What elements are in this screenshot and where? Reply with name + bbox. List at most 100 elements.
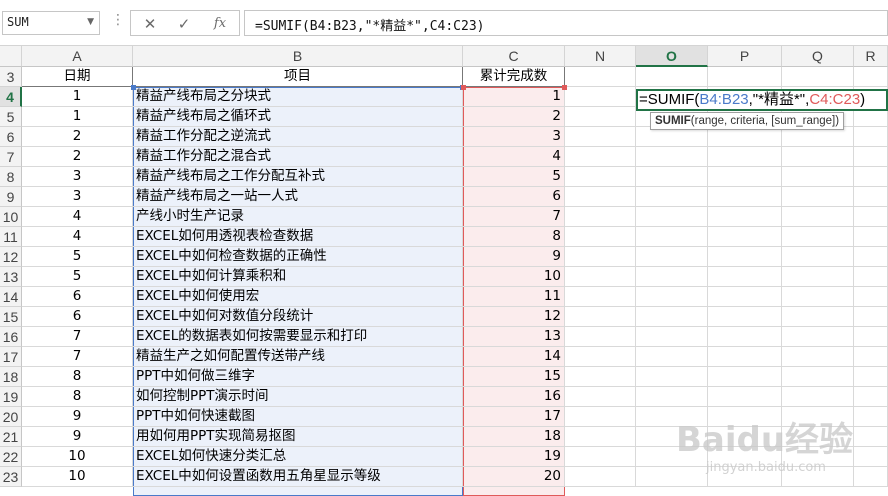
column-header-q[interactable]: Q bbox=[782, 46, 854, 67]
date-cell[interactable]: 7 bbox=[22, 347, 133, 367]
empty-cell[interactable] bbox=[565, 367, 636, 387]
empty-cell[interactable] bbox=[854, 247, 888, 267]
empty-cell[interactable] bbox=[636, 327, 708, 347]
empty-cell[interactable] bbox=[636, 147, 708, 167]
empty-cell[interactable] bbox=[708, 127, 782, 147]
empty-cell[interactable] bbox=[854, 347, 888, 367]
empty-cell[interactable] bbox=[854, 227, 888, 247]
empty-cell[interactable] bbox=[636, 187, 708, 207]
empty-cell[interactable] bbox=[782, 387, 854, 407]
tooltip-function-name[interactable]: SUMIF bbox=[655, 115, 691, 127]
count-cell[interactable]: 11 bbox=[463, 287, 565, 307]
count-cell[interactable]: 20 bbox=[463, 467, 565, 487]
row-header[interactable]: 14 bbox=[0, 287, 22, 307]
empty-cell[interactable] bbox=[565, 427, 636, 447]
cancel-icon[interactable]: ✕ bbox=[137, 14, 163, 34]
empty-cell[interactable] bbox=[565, 227, 636, 247]
date-cell[interactable]: 9 bbox=[22, 427, 133, 447]
row-header[interactable]: 6 bbox=[0, 127, 22, 147]
row-header[interactable]: 21 bbox=[0, 427, 22, 447]
empty-cell[interactable] bbox=[782, 327, 854, 347]
range-handle[interactable] bbox=[131, 85, 136, 90]
row-header[interactable]: 16 bbox=[0, 327, 22, 347]
row-header[interactable]: 7 bbox=[0, 147, 22, 167]
count-cell[interactable]: 1 bbox=[463, 87, 565, 107]
insert-function-icon[interactable]: fx bbox=[207, 14, 233, 34]
column-header-o[interactable]: O bbox=[636, 46, 708, 67]
date-cell[interactable]: 10 bbox=[22, 447, 133, 467]
row-header-3[interactable]: 3 bbox=[0, 67, 22, 87]
date-cell[interactable]: 6 bbox=[22, 287, 133, 307]
count-cell[interactable]: 15 bbox=[463, 367, 565, 387]
project-cell[interactable]: 精益产线布局之循环式 bbox=[133, 107, 463, 127]
date-cell[interactable]: 5 bbox=[22, 247, 133, 267]
empty-cell[interactable] bbox=[854, 367, 888, 387]
header-cell-count[interactable]: 累计完成数 bbox=[463, 67, 565, 87]
count-cell[interactable]: 16 bbox=[463, 387, 565, 407]
count-cell[interactable]: 4 bbox=[463, 147, 565, 167]
empty-cell[interactable] bbox=[854, 147, 888, 167]
count-cell[interactable]: 19 bbox=[463, 447, 565, 467]
row-header[interactable]: 10 bbox=[0, 207, 22, 227]
row-header[interactable]: 15 bbox=[0, 307, 22, 327]
empty-cell[interactable] bbox=[854, 307, 888, 327]
count-cell[interactable]: 14 bbox=[463, 347, 565, 367]
empty-cell[interactable] bbox=[565, 127, 636, 147]
empty-cell[interactable] bbox=[565, 347, 636, 367]
empty-cell[interactable] bbox=[708, 267, 782, 287]
empty-cell[interactable] bbox=[708, 187, 782, 207]
empty-cell[interactable] bbox=[782, 227, 854, 247]
empty-cell[interactable] bbox=[782, 187, 854, 207]
empty-cell[interactable] bbox=[636, 207, 708, 227]
date-cell[interactable]: 6 bbox=[22, 307, 133, 327]
empty-cell[interactable] bbox=[708, 347, 782, 367]
range-handle[interactable] bbox=[562, 85, 567, 90]
empty-cell[interactable] bbox=[782, 347, 854, 367]
empty-cell[interactable] bbox=[565, 187, 636, 207]
date-cell[interactable]: 4 bbox=[22, 207, 133, 227]
function-tooltip[interactable]: SUMIF(range, criteria, [sum_range]) bbox=[650, 112, 845, 130]
empty-cell[interactable] bbox=[565, 87, 636, 107]
project-cell[interactable]: EXCEL的数据表如何按需要显示和打印 bbox=[133, 327, 463, 347]
project-cell[interactable]: 产线小时生产记录 bbox=[133, 207, 463, 227]
column-header-a[interactable]: A bbox=[22, 46, 133, 67]
row-header[interactable]: 13 bbox=[0, 267, 22, 287]
row-header[interactable]: 5 bbox=[0, 107, 22, 127]
empty-cell[interactable] bbox=[782, 67, 854, 87]
date-cell[interactable]: 10 bbox=[22, 467, 133, 487]
column-header-n[interactable]: N bbox=[565, 46, 636, 67]
count-cell[interactable]: 3 bbox=[463, 127, 565, 147]
project-cell[interactable]: 精益工作分配之混合式 bbox=[133, 147, 463, 167]
empty-cell[interactable] bbox=[782, 287, 854, 307]
count-cell[interactable]: 6 bbox=[463, 187, 565, 207]
row-header[interactable]: 20 bbox=[0, 407, 22, 427]
date-cell[interactable]: 1 bbox=[22, 87, 133, 107]
empty-cell[interactable] bbox=[854, 207, 888, 227]
empty-cell[interactable] bbox=[782, 247, 854, 267]
project-cell[interactable]: 如何控制PPT演示时间 bbox=[133, 387, 463, 407]
empty-cell[interactable] bbox=[565, 307, 636, 327]
empty-cell[interactable] bbox=[782, 127, 854, 147]
project-cell[interactable]: EXCEL如何用透视表检查数据 bbox=[133, 227, 463, 247]
empty-cell[interactable] bbox=[782, 307, 854, 327]
project-cell[interactable]: EXCEL如何快速分类汇总 bbox=[133, 447, 463, 467]
row-header[interactable]: 23 bbox=[0, 467, 22, 487]
column-header-p[interactable]: P bbox=[708, 46, 782, 67]
date-cell[interactable]: 8 bbox=[22, 367, 133, 387]
header-cell-date[interactable]: 日期 bbox=[22, 67, 133, 87]
project-cell[interactable]: 精益产线布局之工作分配互补式 bbox=[133, 167, 463, 187]
enter-icon[interactable]: ✓ bbox=[171, 14, 197, 34]
empty-cell[interactable] bbox=[854, 127, 888, 147]
count-cell[interactable]: 8 bbox=[463, 227, 565, 247]
empty-cell[interactable] bbox=[636, 387, 708, 407]
empty-cell[interactable] bbox=[708, 227, 782, 247]
project-cell[interactable]: EXCEL中如何对数值分段统计 bbox=[133, 307, 463, 327]
empty-cell[interactable] bbox=[854, 187, 888, 207]
empty-cell[interactable] bbox=[782, 167, 854, 187]
empty-cell[interactable] bbox=[636, 227, 708, 247]
empty-cell[interactable] bbox=[636, 267, 708, 287]
project-cell[interactable]: 精益工作分配之逆流式 bbox=[133, 127, 463, 147]
count-cell[interactable]: 7 bbox=[463, 207, 565, 227]
row-header[interactable]: 17 bbox=[0, 347, 22, 367]
project-cell[interactable]: EXCEL中如何检查数据的正确性 bbox=[133, 247, 463, 267]
